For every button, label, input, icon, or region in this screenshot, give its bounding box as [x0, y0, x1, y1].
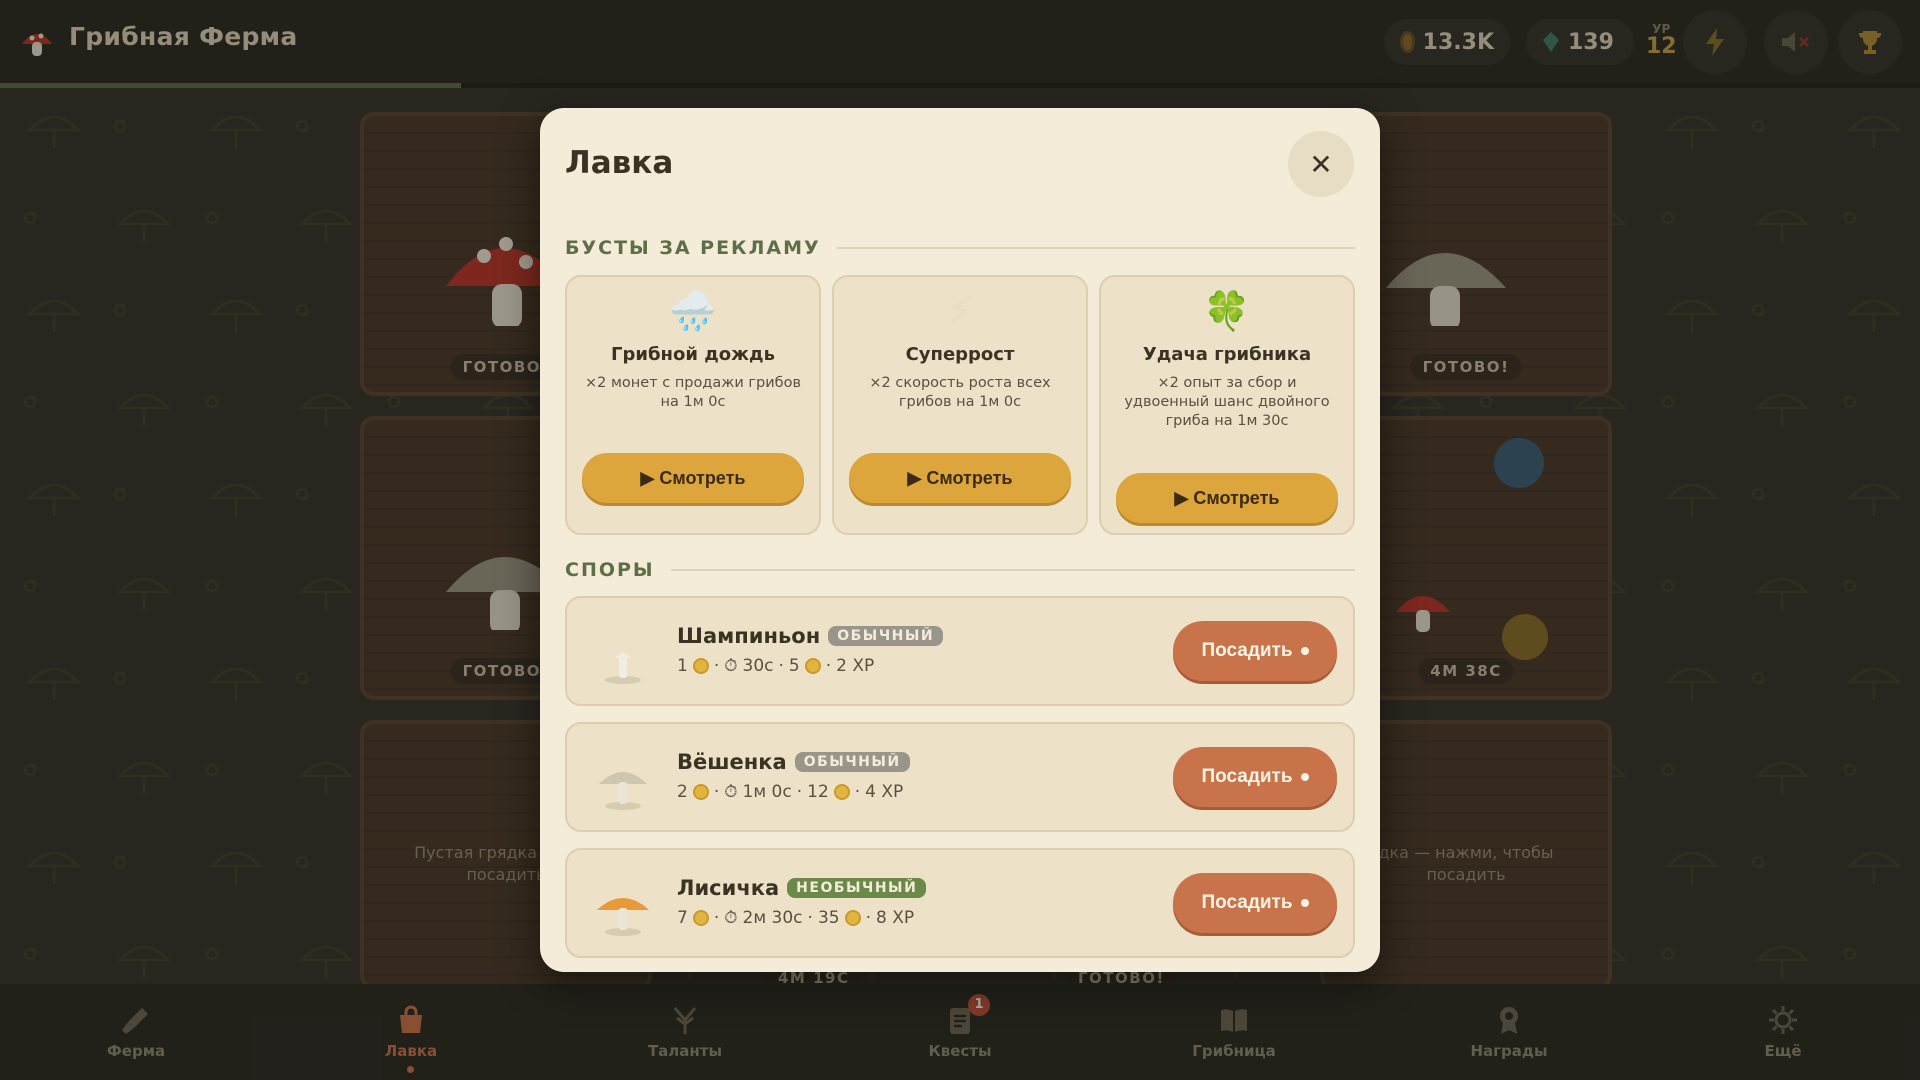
boost-card-mushroom-rain: 🌧️ Грибной дождь ×2 монет с продажи гриб…	[565, 275, 821, 535]
boosts-section-header: БУСТЫ ЗА РЕКЛАМУ	[565, 236, 1355, 260]
rarity-badge: НЕОБЫЧНЫЙ	[787, 878, 927, 898]
plant-button[interactable]: Посадить	[1173, 873, 1337, 933]
spore-time: 1м 0с	[742, 782, 792, 802]
plant-button[interactable]: Посадить	[1173, 621, 1337, 681]
coin-icon	[692, 784, 709, 800]
boost-card-picker-luck: 🍀 Удача грибника ×2 опыт за сбор и удвое…	[1099, 275, 1355, 535]
boost-card-supergrowth: ⚡ Суперрост ×2 скорость роста всех грибо…	[832, 275, 1088, 535]
spore-xp: 8 XP	[875, 908, 915, 928]
lightning-icon: ⚡	[946, 289, 974, 333]
spore-reward: 5	[788, 656, 800, 676]
timer-icon: ⏱	[724, 782, 738, 802]
spore-xp: 2 XP	[836, 656, 875, 676]
spore-xp: 4 XP	[865, 782, 904, 802]
spore-stats: 7 · ⏱ 2м 30с · 35 · 8 XP	[677, 908, 914, 928]
spore-time: 30с	[742, 656, 774, 676]
close-button[interactable]: ✕	[1288, 131, 1354, 197]
divider	[836, 247, 1355, 249]
boost-title: Грибной дождь	[611, 344, 775, 365]
boost-description: ×2 опыт за сбор и удвоенный шанс двойног…	[1124, 375, 1330, 429]
spore-row-chanterelle: Лисичка НЕОБЫЧНЫЙ 7 · ⏱ 2м 30с · 35 · 8 X…	[565, 848, 1355, 958]
coin-dot-icon	[1300, 899, 1309, 907]
section-title: БУСТЫ ЗА РЕКЛАМУ	[565, 237, 821, 259]
spore-row-oyster: Вёшенка ОБЫЧНЫЙ 2 · ⏱ 1м 0с · 12 · 4 XP П…	[565, 722, 1355, 832]
rarity-badge: ОБЫЧНЫЙ	[794, 752, 910, 772]
separator: ·	[854, 782, 861, 802]
spore-name: Вёшенка	[677, 750, 787, 774]
rarity-badge: ОБЫЧНЫЙ	[828, 626, 944, 646]
champignon-icon	[605, 653, 641, 684]
watch-ad-button[interactable]: ▶ Смотреть	[1116, 473, 1338, 523]
spore-time: 2м 30с	[742, 908, 803, 928]
plant-label: Посадить	[1201, 892, 1293, 913]
coin-icon	[804, 658, 821, 674]
timer-icon: ⏱	[724, 908, 738, 928]
separator: ·	[778, 656, 784, 676]
divider	[670, 569, 1355, 571]
clover-icon: 🍀	[1203, 289, 1251, 333]
separator: ·	[713, 908, 720, 928]
close-icon: ✕	[1309, 147, 1333, 181]
spore-name: Лисичка	[677, 876, 780, 900]
boost-description: ×2 монет с продажи грибов на 1м 0с	[585, 375, 801, 410]
separator: ·	[865, 908, 871, 928]
spore-stats: 2 · ⏱ 1м 0с · 12 · 4 XP	[677, 782, 903, 802]
plant-label: Посадить	[1201, 766, 1293, 787]
plant-label: Посадить	[1201, 640, 1293, 661]
section-title: СПОРЫ	[565, 559, 655, 581]
modal-title: Лавка	[565, 145, 674, 181]
separator: ·	[713, 782, 720, 802]
plant-button[interactable]: Посадить	[1173, 747, 1337, 807]
spores-section-header: СПОРЫ	[565, 558, 1355, 582]
spore-name: Шампиньон	[677, 624, 821, 648]
separator: ·	[713, 656, 720, 676]
spore-cost: 2	[677, 782, 688, 802]
coin-icon	[692, 910, 709, 926]
chanterelle-icon	[597, 898, 649, 936]
spore-reward: 12	[807, 782, 829, 802]
spore-reward: 35	[817, 908, 840, 928]
separator: ·	[807, 908, 813, 928]
separator: ·	[825, 656, 832, 676]
spore-row-champignon: Шампиньон ОБЫЧНЫЙ 1 · ⏱ 30с · 5 · 2 XP По…	[565, 596, 1355, 706]
coin-icon	[692, 658, 709, 674]
rain-cloud-icon: 🌧️	[669, 289, 717, 333]
coin-icon	[844, 910, 861, 926]
boost-title: Суперрост	[905, 344, 1015, 365]
watch-ad-button[interactable]: ▶ Смотреть	[582, 453, 804, 503]
spore-stats: 1 · ⏱ 30с · 5 · 2 XP	[677, 656, 874, 676]
spore-cost: 7	[677, 908, 688, 928]
boost-description: ×2 скорость роста всех грибов на 1м 0с	[869, 375, 1051, 410]
spore-cost: 1	[677, 656, 688, 676]
boost-title: Удача грибника	[1142, 344, 1312, 365]
separator: ·	[796, 782, 803, 802]
coin-dot-icon	[1300, 773, 1309, 781]
shop-modal: Лавка ✕ БУСТЫ ЗА РЕКЛАМУ 🌧️ Грибной дожд…	[540, 108, 1380, 972]
oyster-mushroom-icon	[599, 772, 647, 810]
watch-ad-button[interactable]: ▶ Смотреть	[849, 453, 1071, 503]
timer-icon: ⏱	[724, 656, 738, 676]
coin-icon	[833, 784, 850, 800]
coin-dot-icon	[1300, 647, 1309, 655]
